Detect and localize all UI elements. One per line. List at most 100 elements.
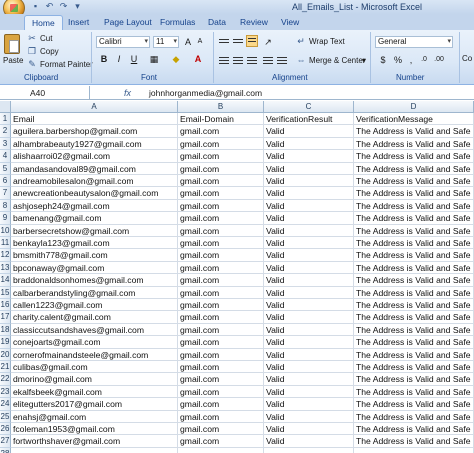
cell-verification-message[interactable]: The Address is Valid and Safe xyxy=(354,187,474,200)
grow-font-icon[interactable]: A xyxy=(182,36,194,48)
cell-verification-message[interactable] xyxy=(354,447,474,453)
number-format-select[interactable]: General ▾ xyxy=(375,36,453,48)
copy-button[interactable]: Copy xyxy=(40,47,59,56)
cell-verification-message[interactable]: The Address is Valid and Safe xyxy=(354,435,474,448)
comma-style-icon[interactable]: , xyxy=(405,54,417,66)
cell-verification-message[interactable]: VerificationMessage xyxy=(354,113,474,126)
cell-email[interactable]: dmorino@gmail.com xyxy=(11,373,178,386)
cell-email-domain[interactable]: gmail.com xyxy=(178,224,264,237)
row-header[interactable]: 14 xyxy=(0,274,11,287)
row-header[interactable]: 12 xyxy=(0,249,11,262)
cell-verification-message[interactable]: The Address is Valid and Safe xyxy=(354,423,474,436)
row-header[interactable]: 4 xyxy=(0,150,11,163)
italic-icon[interactable]: I xyxy=(113,53,125,65)
cell-email[interactable]: braddonaldsonhomes@gmail.com xyxy=(11,274,178,287)
wrap-text-button[interactable]: Wrap Text xyxy=(309,37,345,46)
row-header[interactable]: 27 xyxy=(0,435,11,448)
cell-verification-result[interactable]: Valid xyxy=(264,175,354,188)
cell-email-domain[interactable]: gmail.com xyxy=(178,137,264,151)
cell-verification-message[interactable]: The Address is Valid and Safe xyxy=(354,150,474,163)
cell-email[interactable]: ekalfsbeek@gmail.com xyxy=(11,385,178,399)
row-header[interactable]: 5 xyxy=(0,162,11,175)
cell-email-domain[interactable]: gmail.com xyxy=(178,336,264,349)
tab-insert[interactable]: Insert xyxy=(68,15,89,30)
cell-email[interactable]: classiccutsandshaves@gmail.com xyxy=(11,323,178,337)
cell-email-domain[interactable]: gmail.com xyxy=(178,187,264,200)
cell-email-domain[interactable]: gmail.com xyxy=(178,162,264,175)
customize-toolbar-icon[interactable]: ▾ xyxy=(72,1,83,12)
row-header[interactable]: 22 xyxy=(0,373,11,386)
decrease-indent-icon[interactable] xyxy=(262,55,274,65)
cell-verification-message[interactable]: The Address is Valid and Safe xyxy=(354,199,474,213)
bold-icon[interactable]: B xyxy=(98,53,110,65)
orientation-icon[interactable]: ↗ xyxy=(262,36,274,48)
cell-verification-message[interactable]: The Address is Valid and Safe xyxy=(354,237,474,250)
undo-icon[interactable]: ↶ xyxy=(44,1,55,12)
borders-icon[interactable]: ▦ xyxy=(148,53,160,65)
cell-email[interactable]: amandasandoval89@gmail.com xyxy=(11,162,178,175)
cell-verification-result[interactable]: Valid xyxy=(264,311,354,324)
row-header[interactable]: 26 xyxy=(0,423,11,436)
cell-verification-result[interactable]: Valid xyxy=(264,187,354,200)
cell-verification-message[interactable]: The Address is Valid and Safe xyxy=(354,398,474,411)
font-name-select[interactable]: Calibri ▾ xyxy=(96,36,150,48)
cell-verification-message[interactable]: The Address is Valid and Safe xyxy=(354,323,474,337)
cell-verification-message[interactable]: The Address is Valid and Safe xyxy=(354,410,474,423)
select-all-corner[interactable] xyxy=(0,101,11,113)
row-header[interactable]: 16 xyxy=(0,299,11,312)
cell-email-domain[interactable]: gmail.com xyxy=(178,410,264,423)
row-header[interactable]: 23 xyxy=(0,385,11,399)
row-header[interactable]: 7 xyxy=(0,187,11,200)
cell-email[interactable] xyxy=(11,447,178,453)
cell-verification-result[interactable]: Valid xyxy=(264,261,354,275)
cell-email-domain[interactable]: gmail.com xyxy=(178,435,264,448)
cell-email[interactable]: anewcreationbeautysalon@gmail.com xyxy=(11,187,178,200)
align-middle-icon[interactable] xyxy=(232,37,244,47)
cell-verification-result[interactable]: Valid xyxy=(264,299,354,312)
font-size-select[interactable]: 11 ▾ xyxy=(153,36,179,48)
cell-email-domain[interactable]: gmail.com xyxy=(178,274,264,287)
cell-verification-result[interactable]: Valid xyxy=(264,212,354,225)
row-header[interactable]: 15 xyxy=(0,286,11,299)
cell-email-domain[interactable]: gmail.com xyxy=(178,150,264,163)
row-header[interactable]: 8 xyxy=(0,199,11,213)
row-header[interactable]: 1 xyxy=(0,113,11,126)
cell-email[interactable]: alhambrabeauty1927@gmail.com xyxy=(11,137,178,151)
cell-email[interactable]: callen1223@gmail.com xyxy=(11,299,178,312)
cell-verification-message[interactable]: The Address is Valid and Safe xyxy=(354,249,474,262)
cell-verification-result[interactable]: Valid xyxy=(264,286,354,299)
row-header[interactable]: 2 xyxy=(0,125,11,138)
align-right-icon[interactable] xyxy=(246,55,258,65)
cell-verification-result[interactable]: Valid xyxy=(264,410,354,423)
cell-verification-result[interactable]: Valid xyxy=(264,323,354,337)
row-header[interactable]: 20 xyxy=(0,348,11,361)
row-header[interactable]: 24 xyxy=(0,398,11,411)
font-color-icon[interactable]: A xyxy=(192,53,204,65)
cell-email-domain[interactable]: gmail.com xyxy=(178,348,264,361)
row-header[interactable]: 13 xyxy=(0,261,11,275)
row-header[interactable]: 25 xyxy=(0,410,11,423)
column-header-a[interactable]: A xyxy=(11,101,178,113)
column-header-b[interactable]: B xyxy=(178,101,264,113)
cell-verification-message[interactable]: The Address is Valid and Safe xyxy=(354,336,474,349)
cell-verification-message[interactable]: The Address is Valid and Safe xyxy=(354,373,474,386)
cell-verification-message[interactable]: The Address is Valid and Safe xyxy=(354,125,474,138)
align-bottom-icon[interactable] xyxy=(246,35,258,47)
row-header[interactable]: 9 xyxy=(0,212,11,225)
tab-view[interactable]: View xyxy=(281,15,299,30)
cell-verification-message[interactable]: The Address is Valid and Safe xyxy=(354,311,474,324)
cell-email[interactable]: elitegutters2017@gmail.com xyxy=(11,398,178,411)
paste-icon[interactable] xyxy=(4,34,20,54)
name-box[interactable]: A40 xyxy=(0,86,90,100)
cell-email[interactable]: fcoleman1953@gmail.com xyxy=(11,423,178,436)
cell-email-domain[interactable]: gmail.com xyxy=(178,237,264,250)
row-header[interactable]: 10 xyxy=(0,224,11,237)
cell-email[interactable]: alishaarroi02@gmail.com xyxy=(11,150,178,163)
cell-email-domain[interactable]: gmail.com xyxy=(178,423,264,436)
row-header[interactable]: 28 xyxy=(0,447,11,453)
decrease-decimal-icon[interactable]: .00 xyxy=(433,54,445,66)
row-header[interactable]: 19 xyxy=(0,336,11,349)
cell-verification-message[interactable]: The Address is Valid and Safe xyxy=(354,261,474,275)
cell-verification-result[interactable]: Valid xyxy=(264,125,354,138)
cell-email[interactable]: bamenang@gmail.com xyxy=(11,212,178,225)
